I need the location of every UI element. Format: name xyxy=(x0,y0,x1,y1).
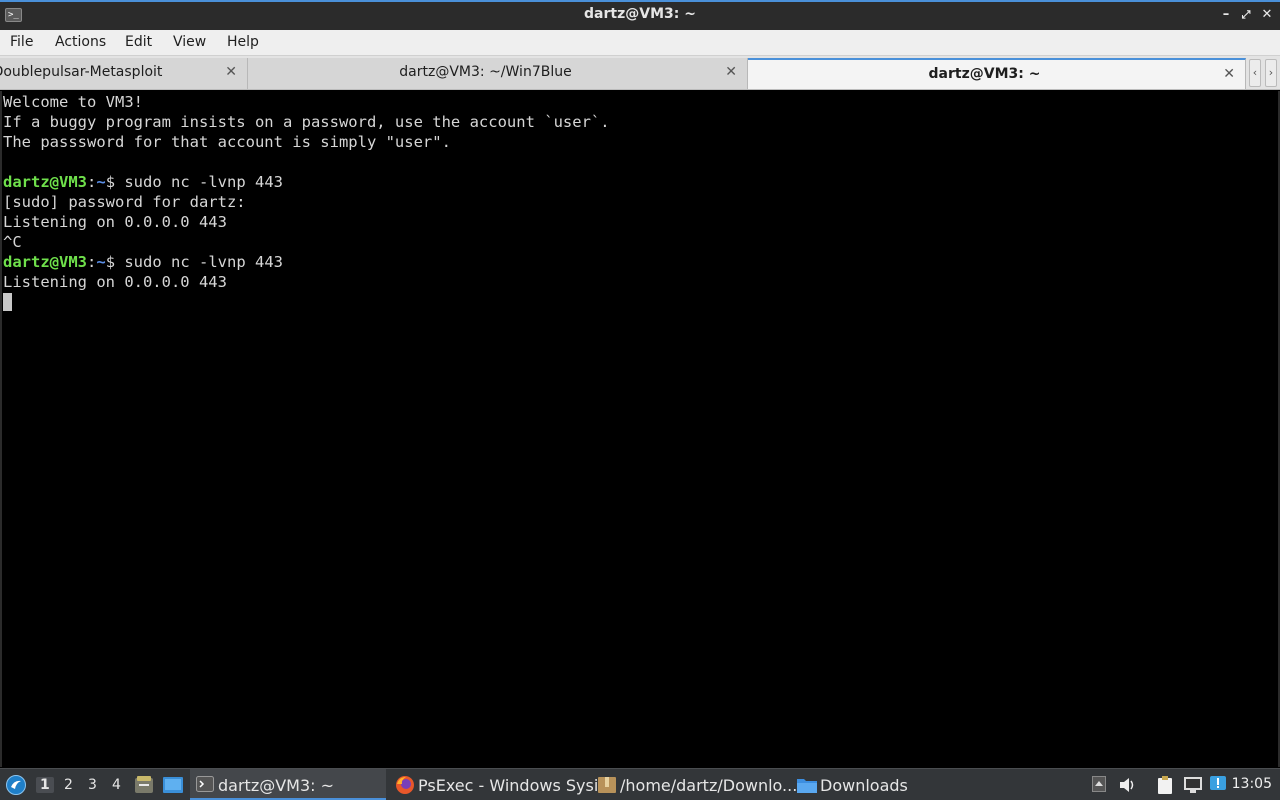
clipboard-button[interactable] xyxy=(1155,769,1175,800)
task-label: /home/dartz/Downlo... xyxy=(620,776,798,795)
task-downloads[interactable]: Downloads xyxy=(792,769,988,800)
tab-label: dartz@VM3: ~ xyxy=(928,66,1041,82)
terminal-line: [sudo] password for dartz: xyxy=(3,193,246,211)
taskbar: 1 2 3 4 dartz@VM3: ~ PsExec - Windows Sy… xyxy=(0,768,1280,800)
task-archive[interactable]: /home/dartz/Downlo... xyxy=(592,769,797,800)
minimize-icon[interactable]: – xyxy=(1218,7,1234,23)
close-icon[interactable]: ✕ xyxy=(1259,7,1275,23)
task-label: Downloads xyxy=(820,776,908,795)
menu-bar: File Actions Edit View Help xyxy=(0,30,1280,56)
close-icon[interactable]: ✕ xyxy=(1223,66,1235,82)
prompt-separator: : xyxy=(87,253,97,271)
menu-edit[interactable]: Edit xyxy=(125,34,152,50)
tray-expand-button[interactable] xyxy=(1092,769,1108,800)
terminal-line: Welcome to VM3! xyxy=(3,93,143,111)
volume-button[interactable] xyxy=(1118,769,1138,800)
task-label: dartz@VM3: ~ xyxy=(218,776,335,795)
tab-label: Doublepulsar-Metasploit xyxy=(0,64,163,80)
tab-bar: Doublepulsar-Metasploit ✕ dartz@VM3: ~/W… xyxy=(0,56,1280,90)
update-icon xyxy=(1210,776,1226,790)
workspace-1[interactable]: 1 xyxy=(36,777,54,793)
archive-icon xyxy=(598,777,616,793)
tab-home[interactable]: dartz@VM3: ~ ✕ xyxy=(748,58,1246,89)
workspace-3[interactable]: 3 xyxy=(88,777,97,793)
workspace-4[interactable]: 4 xyxy=(112,777,121,793)
network-button[interactable] xyxy=(1182,769,1204,800)
start-menu-button[interactable] xyxy=(4,769,28,800)
terminal-line: Listening on 0.0.0.0 443 xyxy=(3,213,227,231)
firefox-icon xyxy=(396,776,414,794)
window-title: dartz@VM3: ~ xyxy=(584,6,696,22)
close-icon[interactable]: ✕ xyxy=(725,64,737,80)
task-firefox[interactable]: PsExec - Windows Sysi... xyxy=(390,769,614,800)
updates-button[interactable] xyxy=(1209,769,1227,800)
maximize-icon[interactable]: ⤢ xyxy=(1238,7,1254,23)
prompt-user: dartz@VM3 xyxy=(3,253,87,271)
chevron-right-icon[interactable]: › xyxy=(1265,59,1277,87)
terminal-prompt-line: dartz@VM3:~$ sudo nc -lvnp 443 xyxy=(3,252,1278,272)
prompt-path: ~ xyxy=(96,173,106,191)
tab-win7blue[interactable]: dartz@VM3: ~/Win7Blue ✕ xyxy=(248,58,748,89)
terminal-cursor-line xyxy=(3,292,1278,312)
tab-doublepulsar[interactable]: Doublepulsar-Metasploit ✕ xyxy=(0,58,248,89)
file-manager-launcher[interactable] xyxy=(134,769,154,800)
chevron-left-icon[interactable]: ‹ xyxy=(1249,59,1261,87)
task-terminal[interactable]: dartz@VM3: ~ xyxy=(190,769,386,800)
show-desktop-button[interactable] xyxy=(162,769,184,800)
prompt-command: $ sudo nc -lvnp 443 xyxy=(105,173,283,191)
terminal-line: ^C xyxy=(3,233,22,251)
close-icon[interactable]: ✕ xyxy=(225,64,237,80)
window-titlebar[interactable]: >_ dartz@VM3: ~ – ⤢ ✕ xyxy=(0,0,1280,30)
prompt-path: ~ xyxy=(96,253,106,271)
folder-icon xyxy=(797,779,817,793)
terminal-icon xyxy=(196,776,214,792)
menu-actions[interactable]: Actions xyxy=(55,34,106,50)
terminal-output[interactable]: Welcome to VM3! If a buggy program insis… xyxy=(0,91,1280,767)
text-cursor xyxy=(3,293,12,311)
terminal-line: The passsword for that account is simply… xyxy=(3,133,451,151)
terminal-line: Listening on 0.0.0.0 443 xyxy=(3,273,227,291)
terminal-line: If a buggy program insists on a password… xyxy=(3,113,610,131)
clock[interactable]: 13:05 xyxy=(1232,776,1272,792)
tab-label: dartz@VM3: ~/Win7Blue xyxy=(399,64,572,80)
menu-file[interactable]: File xyxy=(10,34,33,50)
triangle-up-icon xyxy=(1092,776,1106,792)
prompt-separator: : xyxy=(87,173,97,191)
workspace-2[interactable]: 2 xyxy=(64,777,73,793)
desktop-icon xyxy=(163,777,183,793)
clipboard-icon xyxy=(1158,776,1172,794)
terminal-prompt-line: dartz@VM3:~$ sudo nc -lvnp 443 xyxy=(3,172,1278,192)
prompt-user: dartz@VM3 xyxy=(3,173,87,191)
menu-help[interactable]: Help xyxy=(227,34,259,50)
network-icon xyxy=(1184,777,1202,793)
prompt-command: $ sudo nc -lvnp 443 xyxy=(105,253,283,271)
task-label: PsExec - Windows Sysi... xyxy=(418,776,614,795)
menu-view[interactable]: View xyxy=(173,34,206,50)
lubuntu-logo-icon xyxy=(6,775,26,795)
speaker-icon xyxy=(1120,778,1134,792)
file-manager-icon xyxy=(135,776,153,793)
